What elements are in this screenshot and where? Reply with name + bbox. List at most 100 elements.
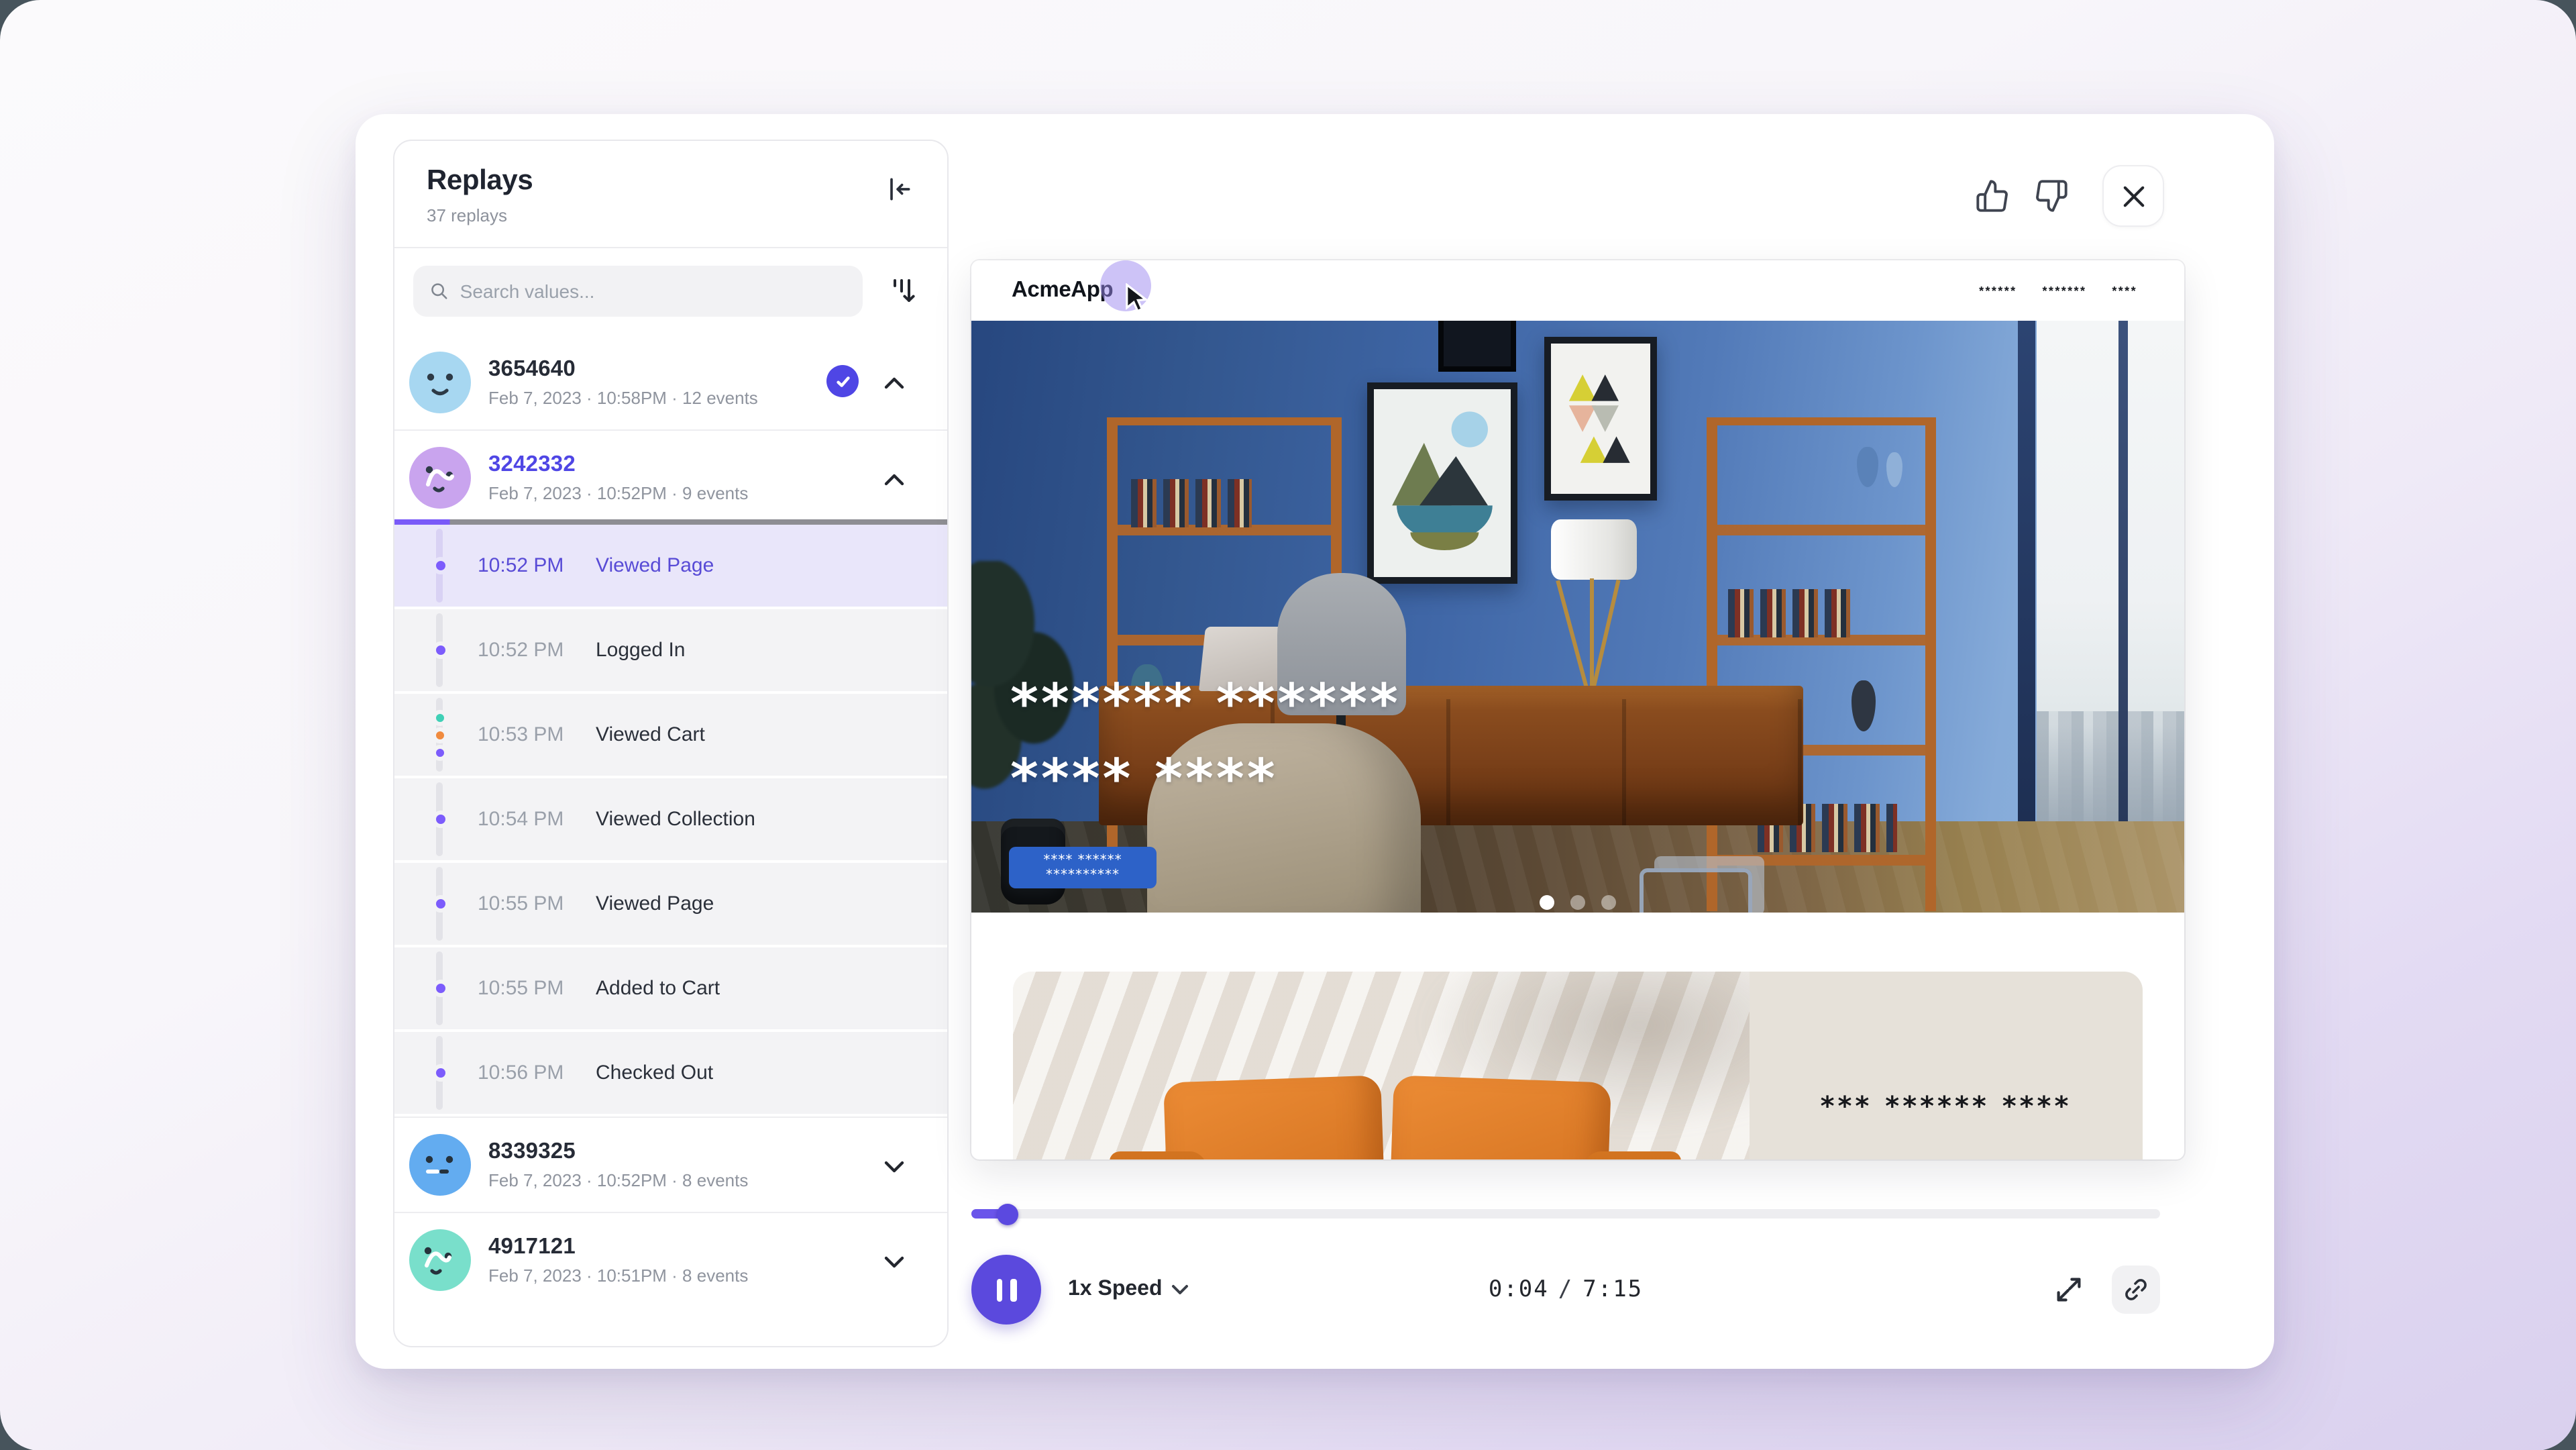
page-title: Replays — [427, 165, 915, 197]
event-label: Viewed Cart — [596, 723, 705, 746]
carousel-dot-active — [1540, 895, 1554, 910]
hero-headline-line2: **** **** — [1010, 742, 1401, 817]
chevron-up-icon[interactable] — [880, 466, 907, 493]
copy-link-button[interactable] — [2112, 1265, 2160, 1314]
event-dot — [431, 641, 449, 659]
hero-cta-label-masked: **** ****** ********** — [1009, 853, 1157, 882]
event-row[interactable]: 10:52 PM Viewed Page — [394, 525, 947, 607]
hero-cta-button: **** ****** ********** — [1009, 847, 1157, 888]
event-row[interactable]: 10:55 PM Added to Cart — [394, 947, 947, 1029]
session-id: 3242332 — [488, 452, 748, 478]
hero-books — [1728, 589, 1857, 637]
session-meta: Feb 7, 2023 · 10:52PM · 8 events — [488, 1170, 748, 1190]
sidebar-header: Replays 37 replays — [394, 141, 947, 248]
avatar — [409, 1134, 471, 1196]
thumbs-up-button[interactable] — [1972, 176, 2012, 216]
event-label: Added to Cart — [596, 977, 720, 1000]
feedback-toolbar — [1972, 165, 2164, 227]
check-icon — [834, 372, 851, 390]
session-row-3242332[interactable]: 3242332 Feb 7, 2023 · 10:52PM · 9 events — [394, 429, 947, 525]
app-background: Replays 37 replays — [0, 0, 2576, 1450]
event-dot — [431, 744, 447, 760]
sort-button[interactable] — [880, 268, 926, 314]
session-meta: Feb 7, 2023 · 10:51PM · 8 events — [488, 1265, 748, 1286]
session-id: 3654640 — [488, 356, 758, 382]
product-label-masked: *** ****** **** — [1821, 1090, 2072, 1122]
expand-button[interactable] — [2049, 1270, 2089, 1310]
event-row[interactable]: 10:52 PM Logged In — [394, 609, 947, 691]
avatar — [409, 1229, 471, 1291]
progress-bar[interactable] — [971, 1209, 2160, 1219]
avatar — [409, 351, 471, 413]
event-label: Viewed Page — [596, 892, 714, 915]
chevron-down-icon[interactable] — [880, 1248, 907, 1275]
search-input[interactable] — [460, 280, 847, 302]
event-dot — [431, 895, 449, 913]
duration: 7:15 — [1582, 1276, 1643, 1303]
hero-window-skyline — [2037, 711, 2184, 827]
hero-wireframe-chair — [1640, 868, 1752, 913]
avatar-face-icon — [409, 1134, 471, 1196]
progress-knob[interactable] — [997, 1203, 1018, 1225]
event-dot — [431, 709, 447, 725]
session-meta: Feb 7, 2023 · 10:58PM · 12 events — [488, 387, 758, 407]
avatar-face-icon — [409, 1229, 471, 1291]
product-text-panel: *** ****** **** — [1750, 972, 2143, 1159]
current-time: 0:04 — [1489, 1276, 1549, 1303]
search-row — [394, 248, 947, 334]
thumbs-down-icon — [2034, 178, 2069, 213]
search-box[interactable] — [413, 266, 863, 317]
couch-illustration — [1147, 1074, 1644, 1159]
chevron-down-icon[interactable] — [880, 1153, 907, 1180]
session-row-8339325[interactable]: 8339325 Feb 7, 2023 · 10:52PM · 8 events — [394, 1117, 947, 1212]
pause-icon — [996, 1278, 1002, 1301]
event-dot — [431, 980, 449, 997]
carousel-dot — [1570, 895, 1585, 910]
collapse-left-icon — [884, 174, 914, 204]
carousel-dot — [1601, 895, 1616, 910]
event-time: 10:52 PM — [478, 639, 596, 662]
event-row[interactable]: 10:55 PM Viewed Page — [394, 863, 947, 945]
replay-viewport: AcmeApp ****** ******* **** — [971, 260, 2184, 1159]
nav-item-masked: ****** — [1979, 284, 2017, 297]
collapse-sidebar-button[interactable] — [880, 170, 918, 208]
site-nav: ****** ******* **** — [1979, 284, 2144, 297]
player-controls: 1x Speed 0:04/7:15 — [971, 1253, 2160, 1326]
session-list: 3654640 Feb 7, 2023 · 10:58PM · 12 event… — [394, 334, 947, 1346]
event-row[interactable]: 10:56 PM Checked Out — [394, 1032, 947, 1114]
event-label: Viewed Page — [596, 554, 714, 577]
chevron-up-icon[interactable] — [880, 369, 907, 396]
event-timeline-rail — [394, 609, 478, 691]
thumbs-down-button[interactable] — [2031, 176, 2072, 216]
hero-poster-triangles — [1544, 337, 1657, 501]
event-row[interactable]: 10:53 PM Viewed Cart — [394, 694, 947, 776]
event-dot — [431, 811, 449, 828]
event-timeline-rail — [394, 1032, 478, 1114]
avatar — [409, 447, 471, 509]
event-row[interactable]: 10:54 PM Viewed Collection — [394, 778, 947, 860]
session-meta: Feb 7, 2023 · 10:52PM · 9 events — [488, 483, 748, 503]
hero-tripod-lamp-shade — [1551, 519, 1637, 580]
event-dot — [431, 727, 447, 743]
event-timeline-rail — [394, 778, 478, 860]
thumbs-up-icon — [1975, 178, 2010, 213]
hero-headline-line1: ****** ****** — [1010, 667, 1401, 742]
hero-headline-masked: ****** ****** **** **** — [1010, 667, 1401, 817]
product-card: *** ****** **** — [1013, 972, 2143, 1159]
hero-image: ****** ****** **** **** **** ****** ****… — [971, 321, 2184, 913]
replay-modal: Replays 37 replays — [356, 114, 2274, 1369]
session-row-3654640[interactable]: 3654640 Feb 7, 2023 · 10:58PM · 12 event… — [394, 334, 947, 429]
close-button[interactable] — [2102, 165, 2164, 227]
chevron-down-icon — [1172, 1284, 1189, 1295]
hero-books — [1131, 479, 1252, 527]
selected-check-badge[interactable] — [826, 365, 859, 397]
pause-button[interactable] — [971, 1255, 1041, 1325]
event-list: 10:52 PM Viewed Page 10:52 PM Logged In — [394, 525, 947, 1114]
replay-site-header: AcmeApp ****** ******* **** — [971, 260, 2184, 321]
speed-selector[interactable]: 1x Speed — [1068, 1278, 1189, 1302]
player-right-controls — [2049, 1265, 2160, 1314]
event-time: 10:55 PM — [478, 892, 596, 915]
session-row-4917121[interactable]: 4917121 Feb 7, 2023 · 10:51PM · 8 events — [394, 1212, 947, 1307]
replays-sidebar: Replays 37 replays — [393, 140, 949, 1347]
expand-icon — [2054, 1275, 2084, 1304]
